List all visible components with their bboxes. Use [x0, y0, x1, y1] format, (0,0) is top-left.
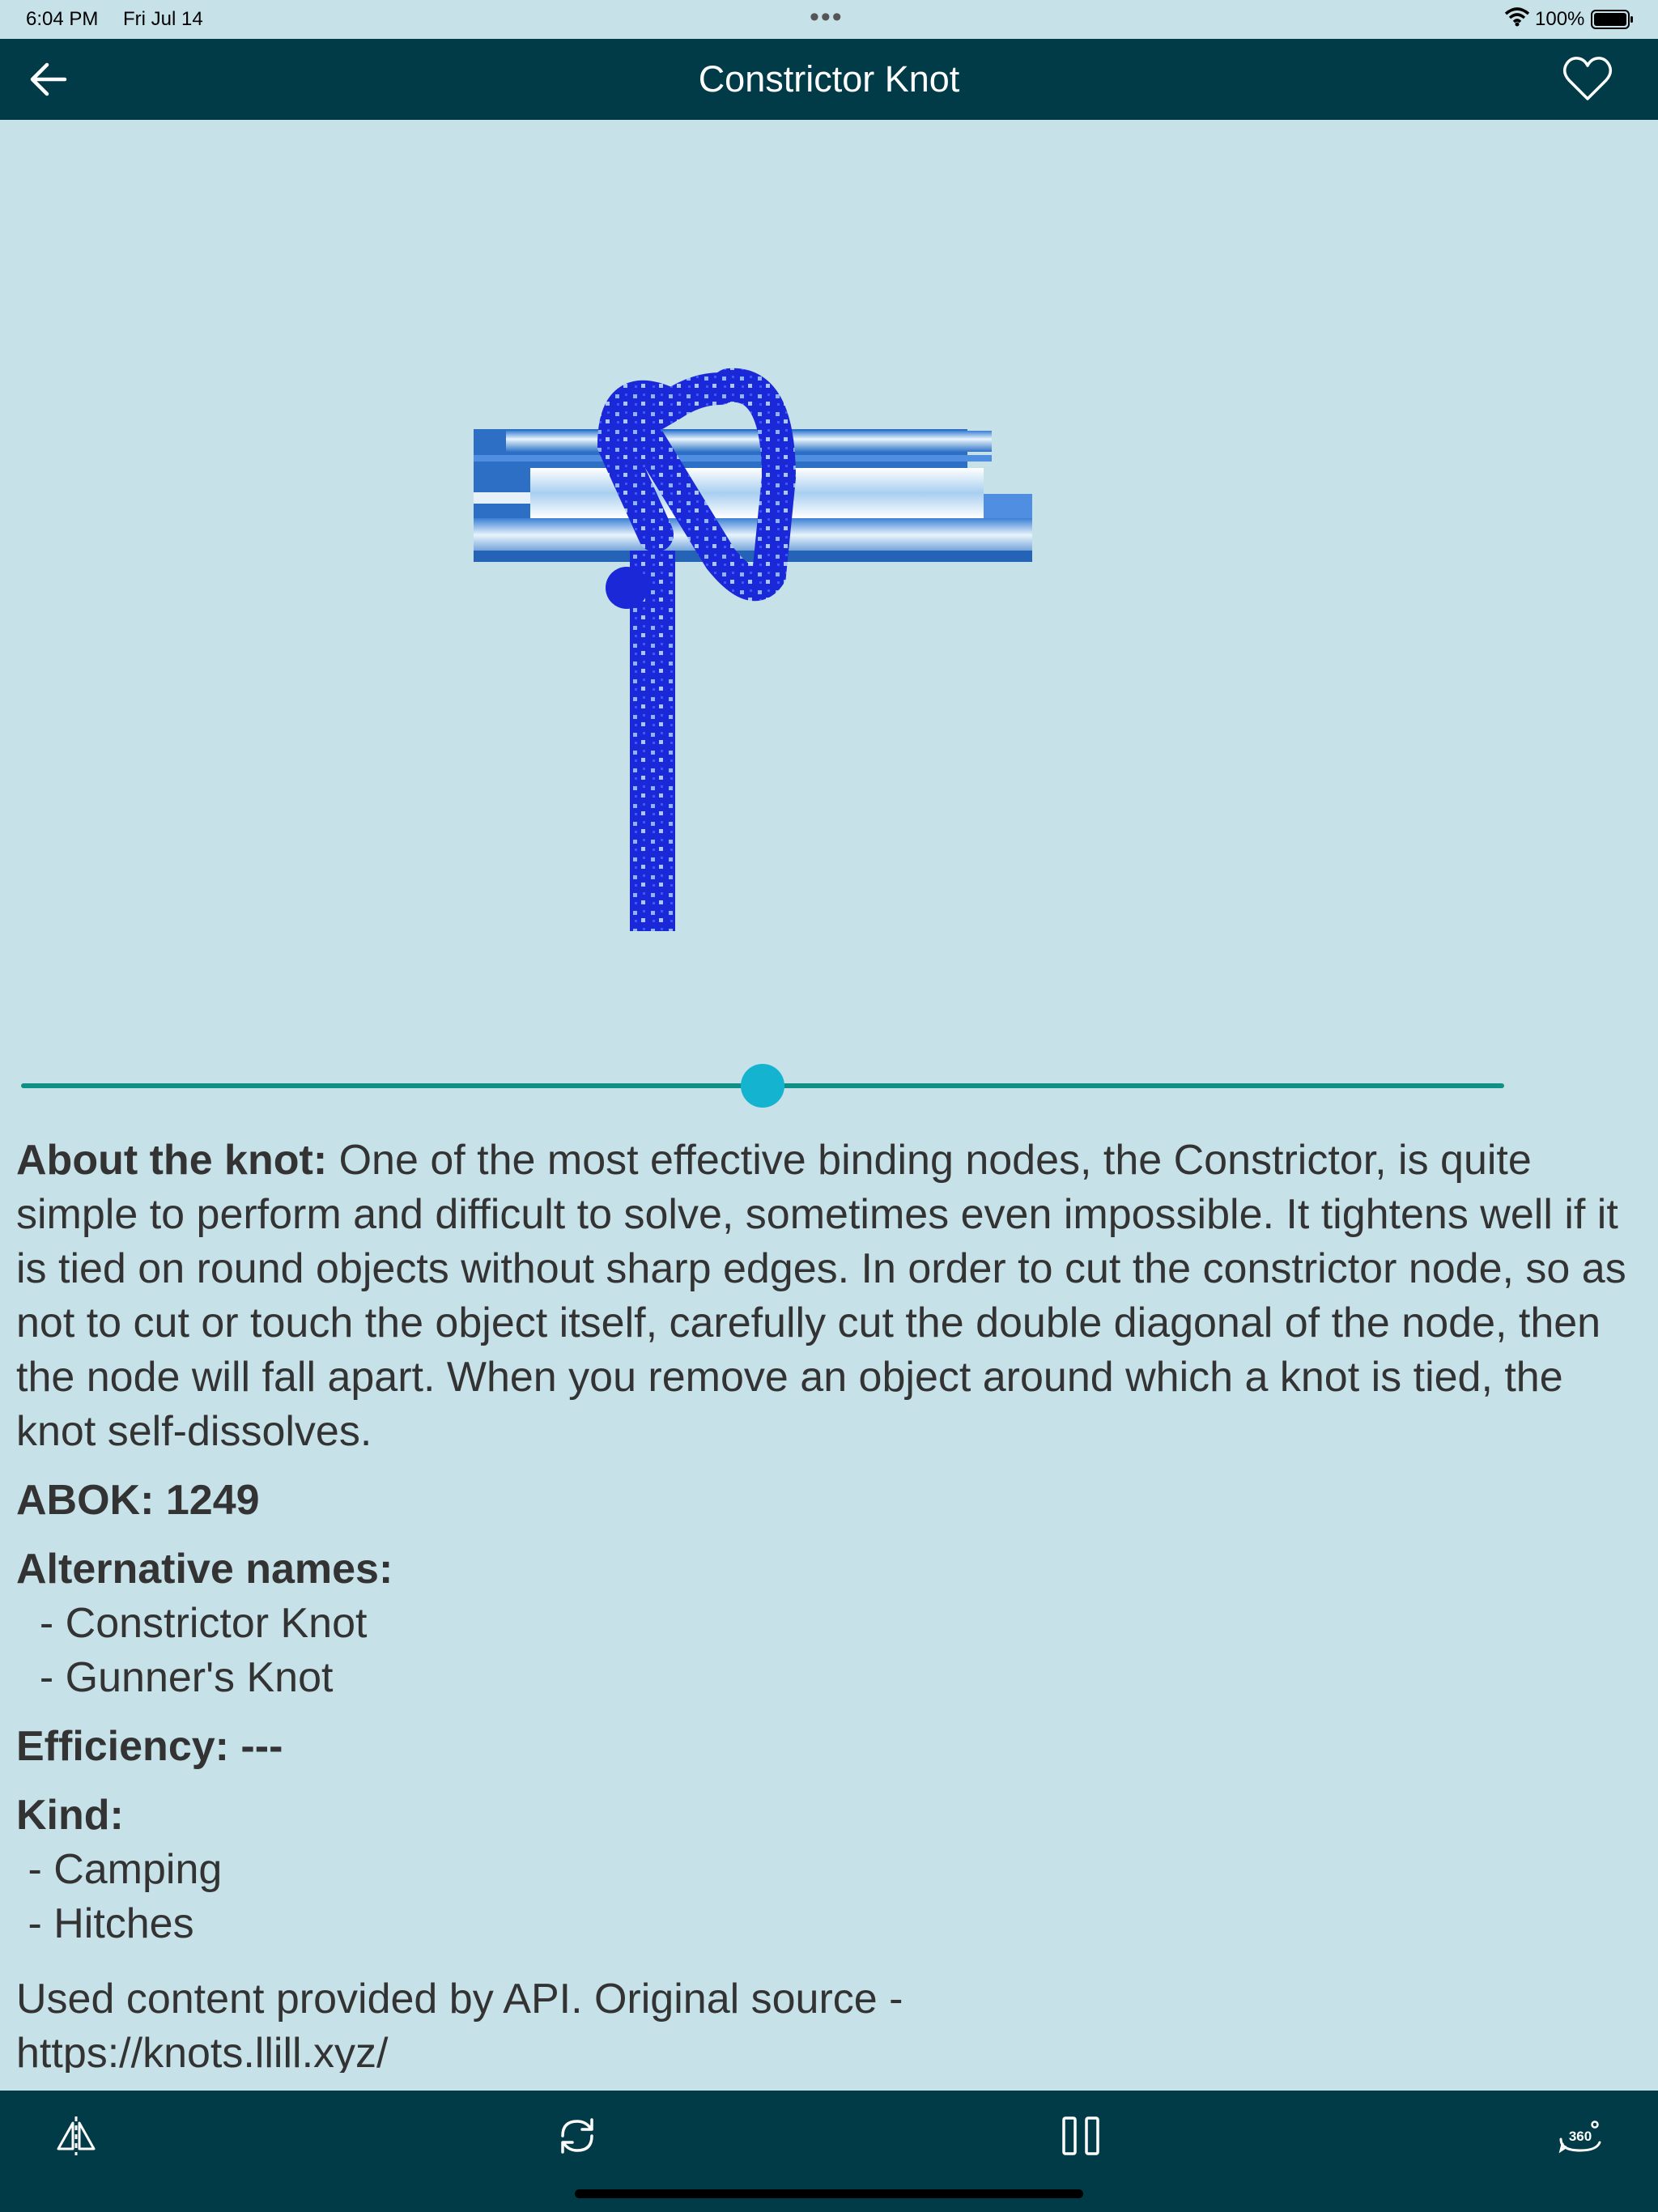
- battery-percent: 100%: [1535, 8, 1585, 30]
- efficiency-value: ---: [228, 1723, 283, 1770]
- abok-row: ABOK: 1249: [16, 1474, 1643, 1528]
- alternative-name-item: - Constrictor Knot: [16, 1600, 368, 1647]
- about-paragraph: About the knot: One of the most effectiv…: [16, 1134, 1643, 1459]
- credit-text: Used content provided by API. Original s…: [16, 1972, 1643, 2073]
- status-bar: 6:04 PM Fri Jul 14 ••• 100%: [0, 0, 1658, 39]
- slider-thumb[interactable]: [741, 1064, 784, 1108]
- status-date: Fri Jul 14: [123, 8, 203, 30]
- repeat-icon[interactable]: [553, 2112, 602, 2160]
- kind-section: Kind: - Camping - Hitches: [16, 1789, 1643, 1951]
- kind-item: - Camping: [16, 1846, 223, 1893]
- animation-progress-slider[interactable]: [21, 1053, 1504, 1117]
- wifi-icon: [1504, 7, 1530, 27]
- about-label: About the knot:: [16, 1137, 328, 1184]
- knot-animation-image: [474, 368, 1032, 931]
- efficiency-row: Efficiency: ---: [16, 1720, 1643, 1774]
- home-indicator-bar[interactable]: [575, 2189, 1083, 2198]
- abok-value: 1249: [154, 1477, 260, 1524]
- alternative-names-label: Alternative names:: [16, 1546, 393, 1593]
- nav-bar: Constrictor Knot: [0, 39, 1658, 120]
- battery-icon: [1591, 10, 1633, 29]
- page-title: Constrictor Knot: [698, 58, 960, 100]
- credit-line: Used content provided by API. Original s…: [16, 1976, 903, 2023]
- alternative-names-section: Alternative names: - Constrictor Knot - …: [16, 1542, 1643, 1705]
- bottom-toolbar: 360: [0, 2091, 1658, 2180]
- knot-details: About the knot: One of the most effectiv…: [16, 1134, 1643, 2073]
- favorite-heart-icon[interactable]: [1562, 55, 1613, 104]
- pause-icon[interactable]: [1056, 2112, 1105, 2160]
- home-indicator: [0, 2180, 1658, 2212]
- efficiency-label: Efficiency:: [16, 1723, 229, 1770]
- rotate-360-icon[interactable]: 360: [1556, 2112, 1605, 2160]
- abok-label: ABOK:: [16, 1477, 155, 1524]
- kind-item: - Hitches: [16, 1900, 194, 1947]
- kind-label: Kind:: [16, 1792, 124, 1839]
- multitasking-dots-icon[interactable]: •••: [810, 2, 844, 33]
- svg-text:360: 360: [1569, 2129, 1592, 2144]
- credit-link[interactable]: https://knots.llill.xyz/: [16, 2030, 388, 2073]
- mirror-flip-icon[interactable]: [52, 2112, 100, 2160]
- about-text: One of the most effective binding nodes,…: [16, 1137, 1626, 1455]
- status-time: 6:04 PM: [26, 8, 99, 30]
- alternative-name-item: - Gunner's Knot: [16, 1654, 334, 1701]
